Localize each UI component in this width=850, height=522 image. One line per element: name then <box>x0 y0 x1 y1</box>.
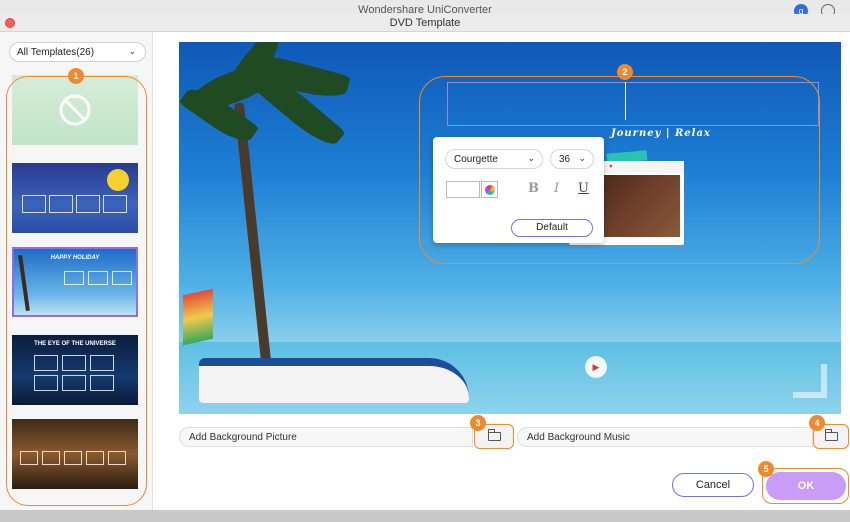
corner-decoration <box>793 364 827 398</box>
folder-icon <box>824 429 838 441</box>
chevron-down-icon: ⌄ <box>128 46 136 56</box>
callout-bracket-templates <box>6 76 147 506</box>
callout-badge-1: 1 <box>68 68 84 84</box>
cancel-button[interactable]: Cancel <box>672 473 754 497</box>
window-bottom-strip <box>0 510 850 522</box>
folder-icon <box>487 429 501 441</box>
ok-button[interactable]: OK <box>766 472 846 500</box>
dialog-title: DVD Template <box>389 17 461 29</box>
callout-badge-4: 4 <box>809 415 825 431</box>
boat-shape <box>199 358 469 403</box>
callout-badge-3: 3 <box>470 415 486 431</box>
play-button[interactable]: ▶ <box>585 356 607 378</box>
callout-badge-2: 2 <box>617 64 633 80</box>
callout-bracket-text <box>419 76 820 264</box>
app-titlebar: Wondershare UniConverter g <box>0 0 850 18</box>
callout-badge-5: 5 <box>758 461 774 477</box>
template-filter-label: All Templates(26) <box>17 47 95 58</box>
background-picture-field[interactable]: Add Background Picture <box>179 427 473 447</box>
dialog-titlebar: DVD Template <box>0 14 850 32</box>
background-music-field[interactable]: Add Background Music <box>517 427 813 447</box>
flag-shape <box>183 288 213 346</box>
dvd-template-dialog: DVD Template All Templates(26) ⌄ HAPPY H… <box>0 14 850 510</box>
template-filter-select[interactable]: All Templates(26) ⌄ <box>9 42 146 62</box>
